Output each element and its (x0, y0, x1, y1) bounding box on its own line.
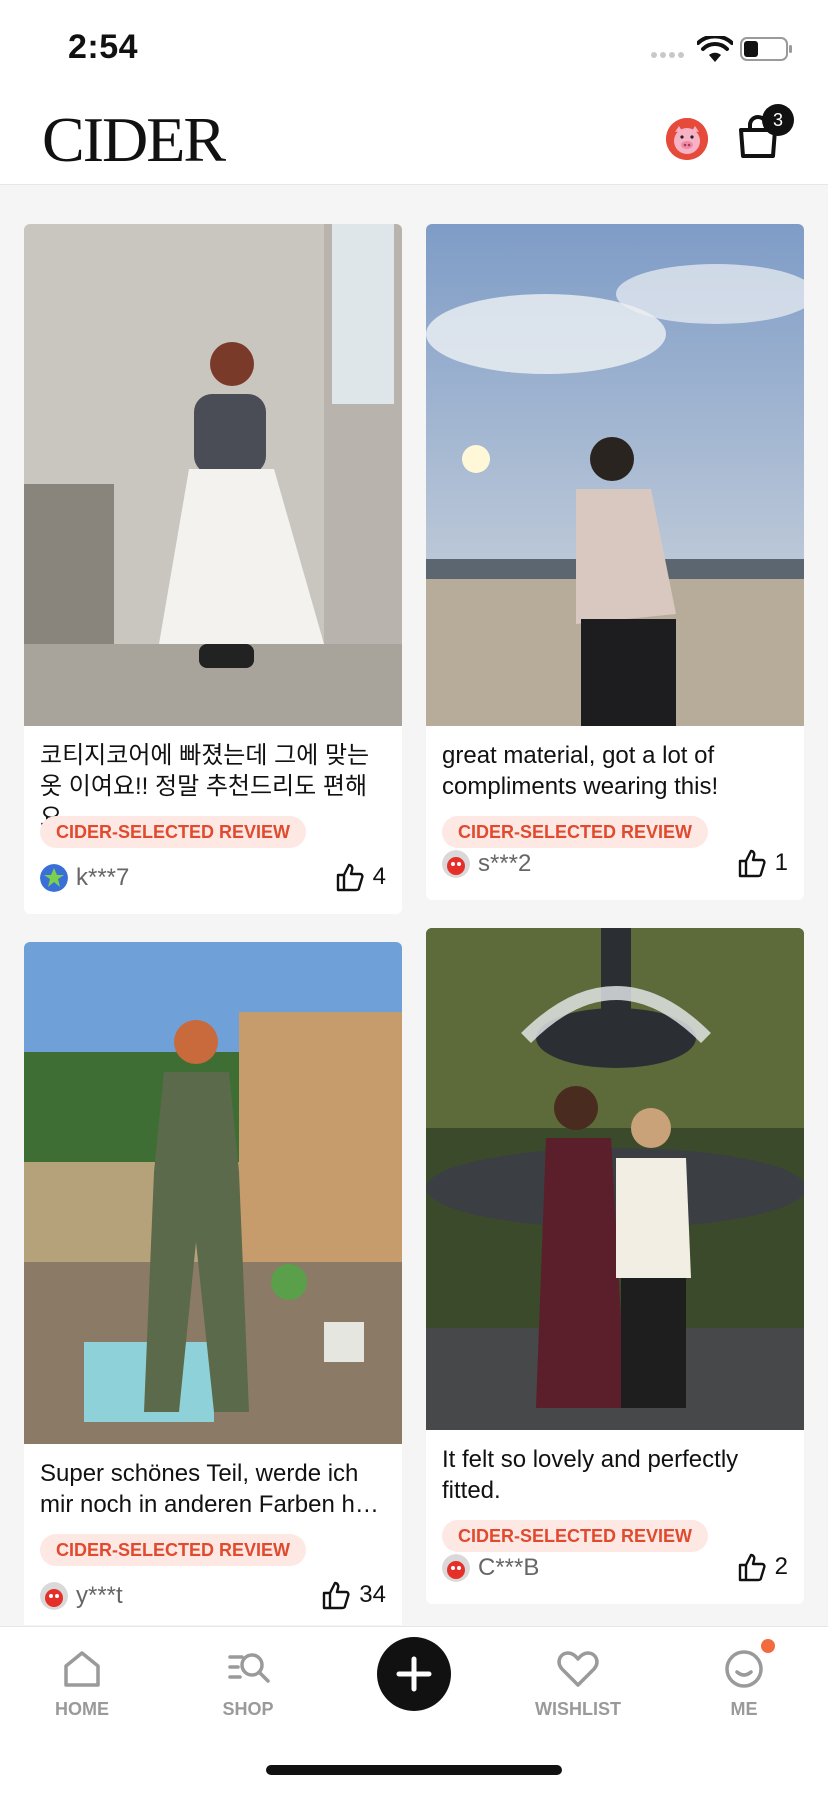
like-button[interactable]: 1 (737, 848, 788, 878)
thumbs-up-icon (738, 1553, 766, 1582)
like-count: 2 (774, 1553, 788, 1580)
thumbs-up-icon (323, 1581, 350, 1610)
review-text: It felt so lovely and perfectly fitted. (442, 1446, 739, 1504)
home-indicator (266, 1765, 562, 1775)
review-photo[interactable] (426, 224, 804, 726)
user-avatar-icon (442, 850, 470, 878)
reviewer[interactable]: k***7 (40, 864, 129, 892)
smile-face-icon (725, 1650, 763, 1688)
review-photo[interactable] (24, 224, 402, 726)
review-text: Super schönes Teil, werde ich mir noch i… (40, 1460, 379, 1518)
pig-avatar-icon (666, 118, 708, 160)
wifi-icon (697, 36, 733, 62)
notification-dot (761, 1639, 775, 1653)
user-avatar-icon (40, 864, 68, 892)
selected-review-badge: CIDER-SELECTED REVIEW (442, 816, 709, 848)
app-header: CIDER 3 (0, 96, 828, 185)
tab-home-label: HOME (55, 1699, 109, 1719)
reviewer[interactable]: s***2 (442, 850, 531, 878)
user-avatar-icon (40, 1582, 68, 1610)
like-count: 1 (774, 849, 788, 876)
tab-me[interactable]: ME (684, 1641, 804, 1741)
reviewer-name: k***7 (76, 864, 130, 891)
profile-avatar[interactable] (666, 118, 708, 160)
reviewer-name: C***B (478, 1554, 540, 1581)
thumbs-up-icon (738, 849, 766, 878)
tab-shop-label: SHOP (222, 1699, 274, 1719)
tab-wishlist[interactable]: WISHLIST (518, 1641, 638, 1741)
reviewer-name: s***2 (478, 850, 532, 877)
bottom-tab-bar: HOME SHOP WISHLIST ME (0, 1626, 828, 1793)
tab-me-label: ME (730, 1699, 758, 1719)
review-photo[interactable] (426, 928, 804, 1430)
add-post-button[interactable] (377, 1637, 451, 1711)
heart-icon (557, 1651, 599, 1687)
home-icon (64, 1651, 100, 1687)
selected-review-badge: CIDER-SELECTED REVIEW (40, 1534, 307, 1566)
review-card[interactable]: great material, got a lot of compliments… (426, 224, 804, 900)
search-list-icon (228, 1653, 270, 1683)
user-avatar-icon (442, 1554, 470, 1582)
review-feed[interactable]: 코티지코어에 빠졌는데 그에 맞는 옷 이여요!! 정말 추천드리도 편해요… … (0, 185, 828, 1625)
review-card[interactable]: It felt so lovely and perfectly fitted. … (426, 928, 804, 1604)
status-bar: 2:54 (0, 0, 828, 96)
plus-icon (396, 1656, 432, 1692)
cider-logo[interactable]: CIDER (42, 104, 226, 176)
cellular-signal-icon (651, 52, 684, 58)
cart-count-badge: 3 (762, 104, 794, 136)
like-button[interactable]: 4 (335, 862, 386, 892)
reviewer-name: y***t (76, 1582, 123, 1609)
thumbs-up-icon (336, 863, 364, 892)
like-button[interactable]: 34 (321, 1580, 386, 1610)
reviewer[interactable]: C***B (442, 1554, 539, 1582)
tab-wishlist-label: WISHLIST (535, 1699, 621, 1719)
like-count: 34 (359, 1581, 386, 1608)
review-card[interactable]: Super schönes Teil, werde ich mir noch i… (24, 942, 402, 1625)
like-count: 4 (372, 863, 386, 890)
selected-review-badge: CIDER-SELECTED REVIEW (40, 816, 307, 848)
status-time: 2:54 (68, 28, 139, 66)
like-button[interactable]: 2 (737, 1552, 788, 1582)
tab-shop[interactable]: SHOP (188, 1641, 308, 1741)
selected-review-badge: CIDER-SELECTED REVIEW (442, 1520, 709, 1552)
battery-icon (740, 37, 792, 61)
review-text: great material, got a lot of compliments… (442, 742, 719, 800)
review-card[interactable]: 코티지코어에 빠졌는데 그에 맞는 옷 이여요!! 정말 추천드리도 편해요… … (24, 224, 402, 914)
review-photo[interactable] (24, 942, 402, 1444)
tab-home[interactable]: HOME (22, 1641, 142, 1741)
reviewer[interactable]: y***t (40, 1582, 123, 1610)
